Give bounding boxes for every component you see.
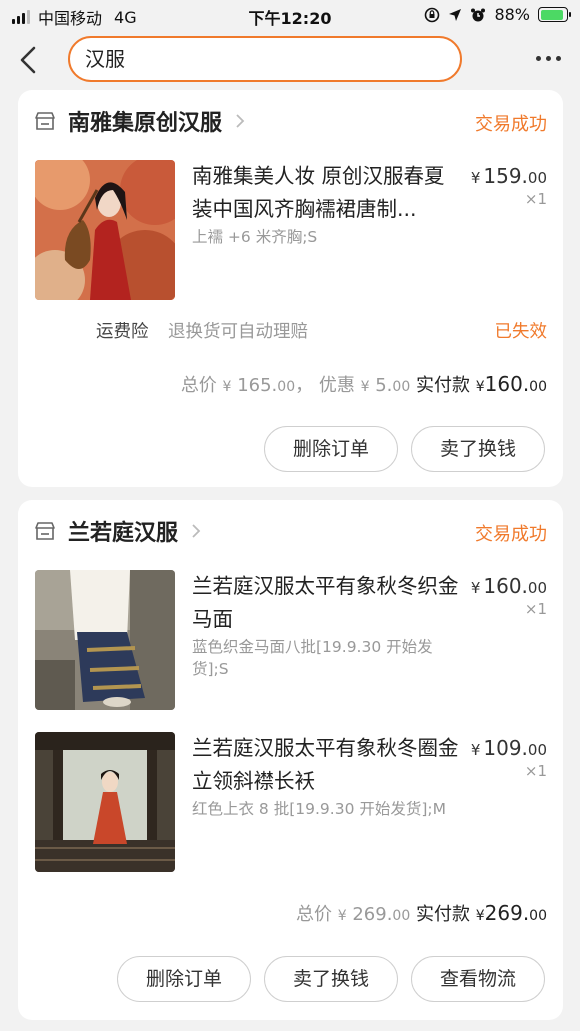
- price-int: 160.: [483, 574, 528, 598]
- sell-button[interactable]: 卖了换钱: [264, 956, 398, 1002]
- total-label: 总价: [180, 375, 217, 396]
- location-arrow-icon: [449, 8, 462, 21]
- product-image: [35, 732, 175, 872]
- product-title: 兰若庭汉服太平有象秋冬圈金立领斜襟长袄: [192, 736, 459, 793]
- total-dec: 00: [277, 379, 296, 395]
- store-icon: [35, 522, 55, 540]
- price-dec: 00: [527, 579, 547, 597]
- price-dec: 00: [527, 741, 547, 759]
- product-sku: 红色上衣 8 批[19.9.30 开始发货];M: [192, 800, 446, 818]
- product-image: [35, 160, 175, 300]
- total-int: 165.: [237, 375, 278, 396]
- back-chevron-icon[interactable]: [14, 42, 44, 78]
- product-title: 兰若庭汉服太平有象秋冬织金马面: [192, 574, 459, 631]
- view-logistics-button[interactable]: 查看物流: [411, 956, 545, 1002]
- order-status: 交易成功: [475, 114, 547, 135]
- currency-symbol: ¥: [470, 579, 481, 597]
- product-price: ¥159.00: [471, 164, 547, 188]
- shop-name: 兰若庭汉服: [68, 521, 179, 546]
- order-item[interactable]: 兰若庭汉服太平有象秋冬织金马面 蓝色织金马面八批[19.9.30 开始发货];S…: [35, 570, 547, 710]
- delete-order-button[interactable]: 删除订单: [117, 956, 251, 1002]
- nav-bar: 汉服: [0, 32, 580, 88]
- lock-rotation-icon: [425, 7, 440, 22]
- currency-symbol: ¥: [475, 908, 485, 924]
- currency-symbol: ¥: [337, 908, 347, 924]
- currency-symbol: ¥: [360, 379, 370, 395]
- total-int: 269.: [352, 904, 393, 925]
- currency-symbol: ¥: [470, 169, 481, 187]
- shop-name: 南雅集原创汉服: [68, 111, 223, 136]
- price-int: 109.: [483, 736, 528, 760]
- paid-int: 160.: [484, 372, 530, 396]
- product-price: ¥160.00: [471, 574, 547, 598]
- status-bar: 中国移动 4G 下午12:20 88%: [0, 0, 580, 30]
- order-card: 兰若庭汉服 交易成功 兰若庭汉服太平有象秋冬织金马面 蓝色织金马面八批[19.9…: [18, 500, 563, 1020]
- separator: ，: [295, 375, 314, 396]
- store-icon: [35, 112, 55, 130]
- sell-button[interactable]: 卖了换钱: [411, 426, 545, 472]
- product-qty: ×1: [524, 190, 547, 208]
- product-qty: ×1: [524, 762, 547, 780]
- order-item[interactable]: 南雅集美人妆 原创汉服春夏装中国风齐胸襦裙唐制... 上襦 +6 米齐胸;S ¥…: [35, 160, 547, 300]
- shop-header[interactable]: 南雅集原创汉服: [34, 106, 246, 136]
- price-int: 159.: [483, 164, 528, 188]
- shipping-insurance-row[interactable]: 运费险 退换货可自动理赔 已失效: [96, 318, 547, 342]
- product-sku: 上襦 +6 米齐胸;S: [192, 228, 318, 246]
- search-input[interactable]: 汉服: [68, 36, 462, 82]
- paid-label: 实付款: [415, 904, 470, 925]
- discount-int: 5.: [375, 375, 393, 396]
- discount-dec: 00: [392, 379, 411, 395]
- battery-percent: 88%: [494, 5, 530, 24]
- currency-symbol: ¥: [475, 379, 485, 395]
- paid-label: 实付款: [415, 375, 470, 396]
- product-qty: ×1: [524, 600, 547, 618]
- insurance-state: 已失效: [494, 322, 548, 342]
- order-summary: 总价 ¥ 269.00 实付款 ¥269.00: [296, 900, 547, 926]
- product-title: 南雅集美人妆 原创汉服春夏装中国风齐胸襦裙唐制...: [192, 164, 445, 221]
- paid-dec: 00: [529, 908, 547, 924]
- insurance-label: 运费险: [96, 322, 149, 342]
- order-card: 南雅集原创汉服 交易成功 南雅集美人妆 原创汉服春夏装中国风齐胸襦裙唐制... …: [18, 90, 563, 487]
- currency-symbol: ¥: [470, 741, 481, 759]
- product-sku: 蓝色织金马面八批[19.9.30 开始发货];S: [192, 638, 433, 678]
- total-label: 总价: [295, 904, 332, 925]
- product-image: [35, 570, 175, 710]
- discount-label: 优惠: [318, 375, 355, 396]
- more-dots-icon[interactable]: [536, 50, 566, 66]
- status-right: 88%: [424, 5, 571, 24]
- delete-order-button[interactable]: 删除订单: [264, 426, 398, 472]
- paid-int: 269.: [484, 901, 530, 925]
- battery-icon: [538, 7, 571, 22]
- currency-symbol: ¥: [222, 379, 232, 395]
- order-summary: 总价 ¥ 165.00， 优惠 ¥ 5.00 实付款 ¥160.00: [181, 371, 547, 397]
- alarm-icon: [471, 8, 486, 21]
- order-item[interactable]: 兰若庭汉服太平有象秋冬圈金立领斜襟长袄 红色上衣 8 批[19.9.30 开始发…: [35, 732, 547, 872]
- chevron-right-icon: [192, 524, 201, 538]
- paid-dec: 00: [529, 379, 547, 395]
- price-dec: 00: [527, 169, 547, 187]
- shop-header[interactable]: 兰若庭汉服: [34, 516, 202, 546]
- product-price: ¥109.00: [471, 736, 547, 760]
- order-status: 交易成功: [475, 524, 547, 545]
- chevron-right-icon: [236, 114, 245, 128]
- insurance-desc: 退换货可自动理赔: [168, 322, 308, 342]
- total-dec: 00: [392, 908, 411, 924]
